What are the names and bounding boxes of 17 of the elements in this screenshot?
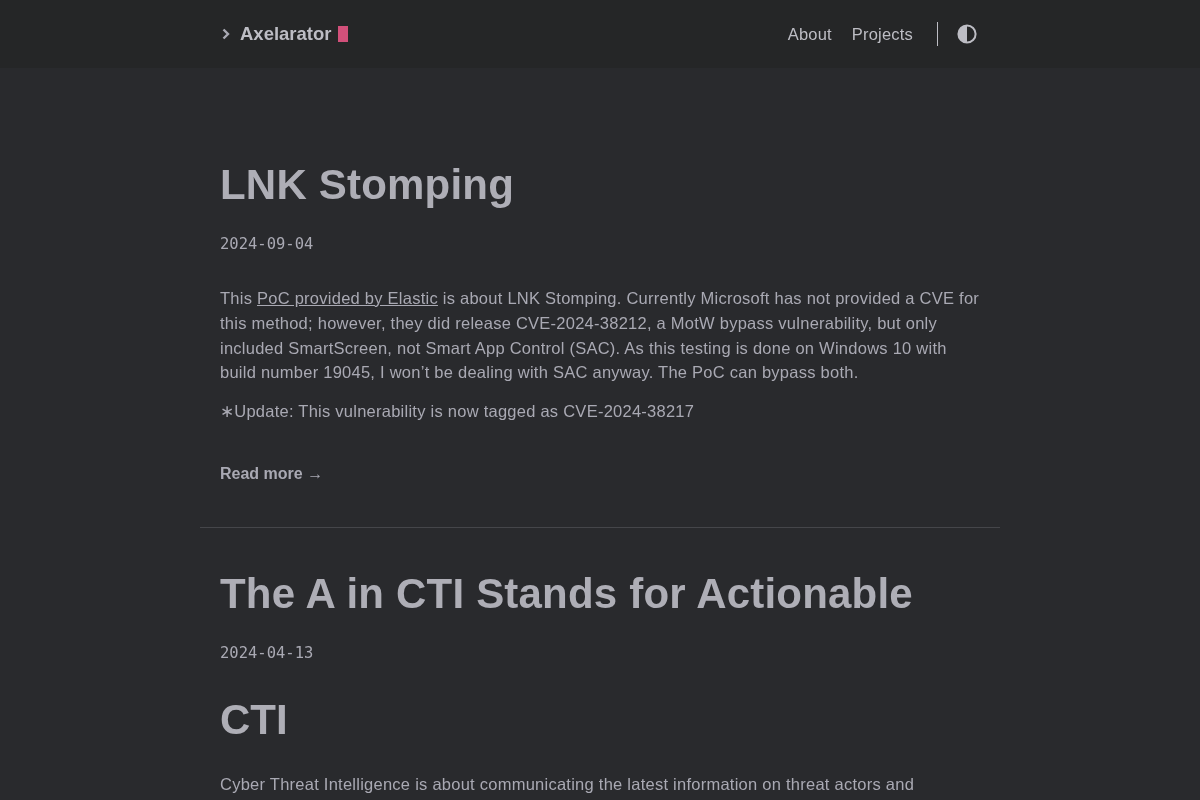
inline-link[interactable]: PoC provided by Elastic [257,289,438,307]
post-date: 2024-04-13 [220,643,315,664]
section-heading: CTI [220,695,289,745]
post-title[interactable]: The A in CTI Stands for Actionable [220,568,980,620]
post-date: 2024-09-04 [220,234,315,255]
post-paragraph: ∗Update: This vulnerability is now tagged as CVE-2024-38217 [220,401,696,423]
text-cursor-icon [337,26,348,42]
post-paragraph: This PoC provided by Elastic is about LNK Stomping. Currently Microsoft has not provided a CVE for this method; however, they did release CVE-2024-38212, a MotW bypass vulnerability, but only included SmartScreen, not Smart App Control (SAC). As this testing is done on Windows 10 with build number 19045, I won’t be dealing with SAC anyway. The PoC can bypass both. [220,288,980,384]
read-more-link[interactable]: Read more → [220,462,324,486]
nav-link[interactable]: About [787,24,832,44]
logo-link[interactable]: Axelarator [220,23,348,45]
nav-link[interactable]: Projects [851,24,913,44]
chevron-icon [222,28,230,40]
post-paragraph: Cyber Threat Intelligence is about communicating the latest information on threat actors and [220,774,916,795]
theme-toggle-button[interactable] [957,24,977,44]
post-title[interactable]: LNK Stomping [220,159,980,211]
contrast-icon [957,24,977,44]
